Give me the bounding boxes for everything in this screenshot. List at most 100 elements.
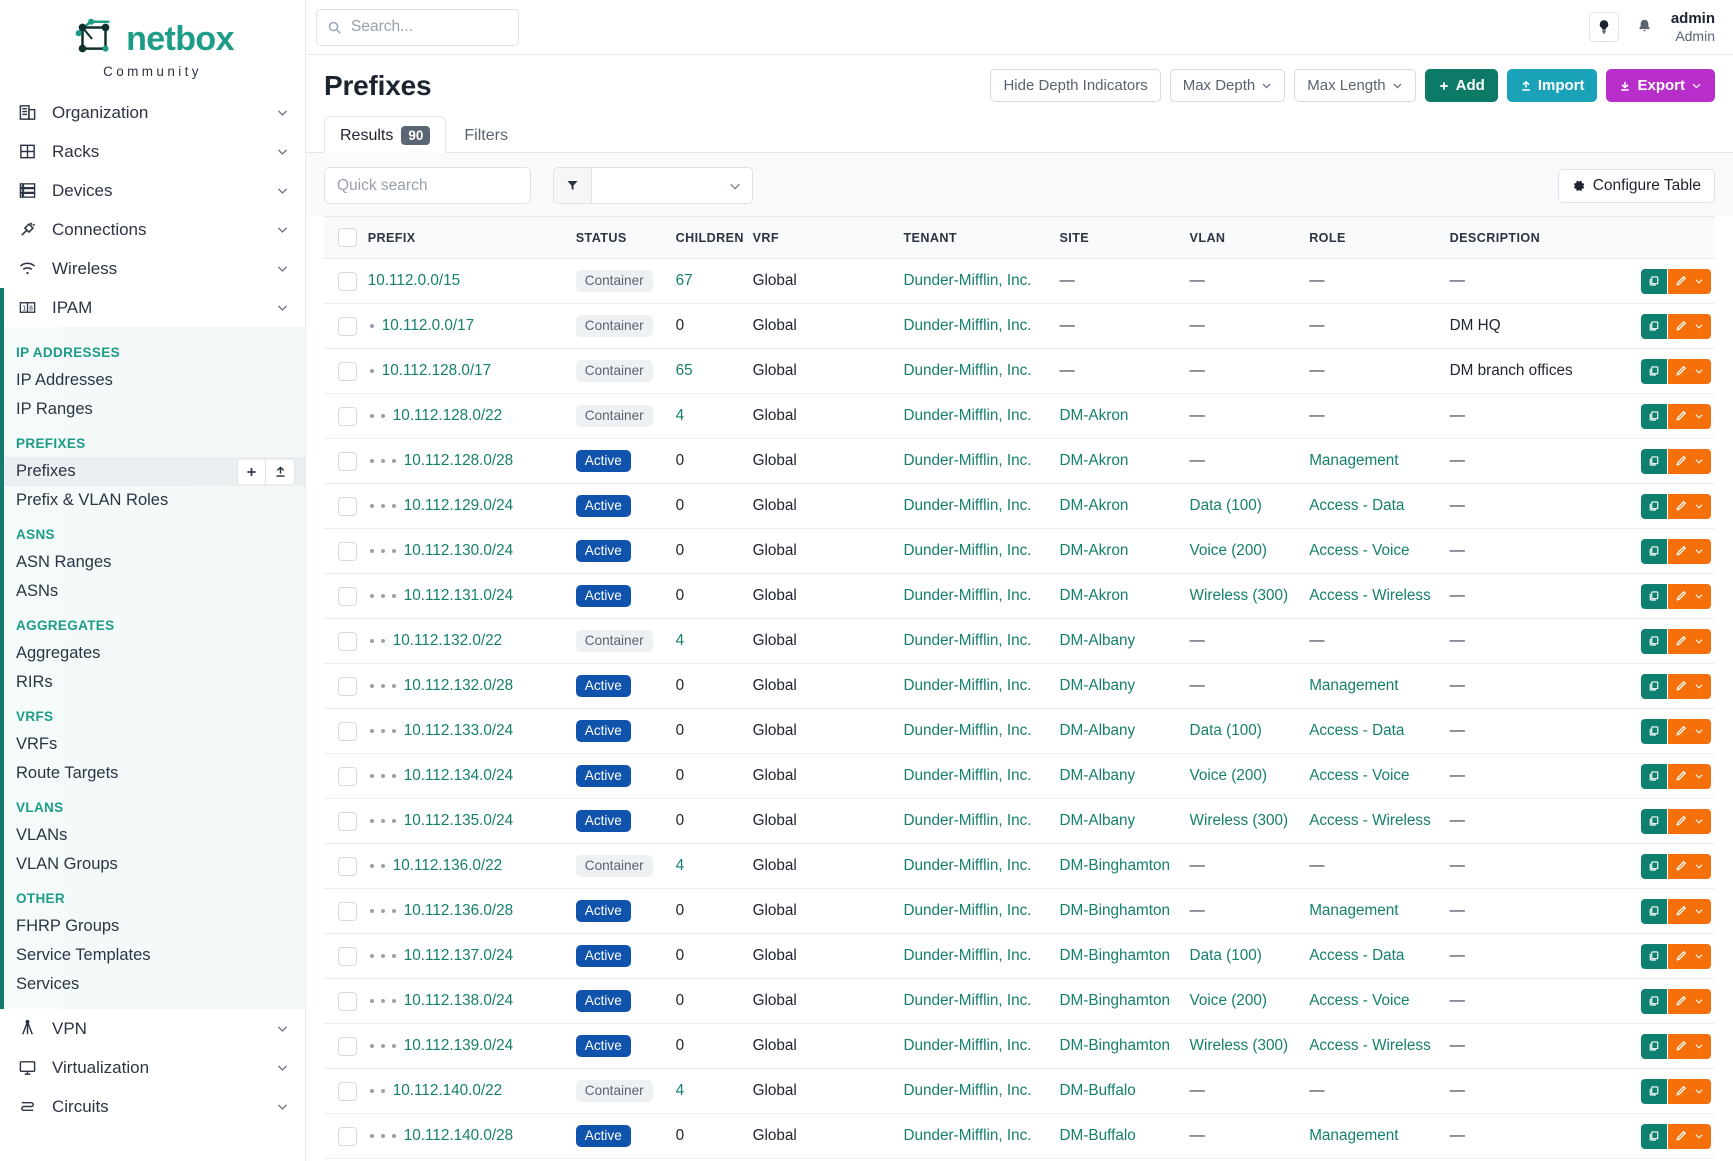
chevron-down-icon[interactable] <box>1694 321 1704 331</box>
site-link[interactable]: DM-Binghamton <box>1060 902 1171 919</box>
edit-action-group[interactable] <box>1668 809 1711 834</box>
role-link[interactable]: Management <box>1309 677 1398 694</box>
edit-action-group[interactable] <box>1668 404 1711 429</box>
site-link[interactable]: DM-Albany <box>1060 722 1136 739</box>
tenant-link[interactable]: Dunder-Mifflin, Inc. <box>903 587 1031 604</box>
site-link[interactable]: DM-Buffalo <box>1060 1082 1136 1099</box>
copy-icon[interactable] <box>1641 449 1668 474</box>
role-link[interactable]: Access - Voice <box>1309 992 1409 1009</box>
edit-action-group[interactable] <box>1668 1034 1711 1059</box>
copy-icon[interactable] <box>1641 584 1668 609</box>
prefix-link[interactable]: 10.112.139.0/24 <box>404 1037 513 1055</box>
chevron-down-icon[interactable] <box>1694 636 1704 646</box>
pencil-icon[interactable] <box>1675 815 1687 827</box>
edit-action-group[interactable] <box>1668 269 1711 294</box>
copy-icon[interactable] <box>1641 854 1668 879</box>
table-row[interactable]: 10.112.128.0/17 Container 65 Global Dund… <box>324 349 1715 394</box>
sidebar-group-connections[interactable]: Connections <box>0 210 305 249</box>
edit-action-group[interactable] <box>1668 1079 1711 1104</box>
pencil-icon[interactable] <box>1675 410 1687 422</box>
search-input[interactable]: Search... <box>351 18 413 36</box>
import-button[interactable]: Import <box>1507 69 1598 102</box>
prefix-link[interactable]: 10.112.133.0/24 <box>404 722 513 740</box>
chevron-down-icon[interactable] <box>1694 411 1704 421</box>
tenant-link[interactable]: Dunder-Mifflin, Inc. <box>903 812 1031 829</box>
copy-icon[interactable] <box>1641 674 1668 699</box>
children-count[interactable]: 4 <box>676 407 685 424</box>
pencil-icon[interactable] <box>1675 1085 1687 1097</box>
copy-icon[interactable] <box>1641 1034 1668 1059</box>
tenant-link[interactable]: Dunder-Mifflin, Inc. <box>903 362 1031 379</box>
edit-action-group[interactable] <box>1668 764 1711 789</box>
edit-action-group[interactable] <box>1668 1124 1711 1149</box>
vlan-link[interactable]: Data (100) <box>1190 722 1262 739</box>
row-checkbox[interactable] <box>338 362 357 381</box>
site-link[interactable]: DM-Albany <box>1060 767 1136 784</box>
tenant-link[interactable]: Dunder-Mifflin, Inc. <box>903 1037 1031 1054</box>
edit-action-group[interactable] <box>1668 314 1711 339</box>
table-row[interactable]: 10.112.136.0/28 Active 0 Global Dunder-M… <box>324 889 1715 934</box>
row-checkbox[interactable] <box>338 1037 357 1056</box>
row-checkbox[interactable] <box>338 587 357 606</box>
row-checkbox[interactable] <box>338 812 357 831</box>
chevron-down-icon[interactable] <box>1694 456 1704 466</box>
children-count[interactable]: 65 <box>676 362 693 379</box>
chevron-down-icon[interactable] <box>1694 681 1704 691</box>
site-link[interactable]: DM-Akron <box>1060 587 1129 604</box>
hide-depth-indicators-button[interactable]: Hide Depth Indicators <box>990 69 1160 102</box>
pencil-icon[interactable] <box>1675 455 1687 467</box>
sidebar-item-aggregates[interactable]: Aggregates <box>4 639 305 668</box>
chevron-down-icon[interactable] <box>1694 1041 1704 1051</box>
chevron-down-icon[interactable] <box>1694 276 1704 286</box>
chevron-down-icon[interactable] <box>1694 501 1704 511</box>
pencil-icon[interactable] <box>1675 635 1687 647</box>
prefix-link[interactable]: 10.112.136.0/22 <box>393 857 502 875</box>
tenant-link[interactable]: Dunder-Mifflin, Inc. <box>903 902 1031 919</box>
sidebar-item-service-templates[interactable]: Service Templates <box>4 941 305 970</box>
site-link[interactable]: DM-Akron <box>1060 407 1129 424</box>
row-checkbox[interactable] <box>338 497 357 516</box>
tenant-link[interactable]: Dunder-Mifflin, Inc. <box>903 1127 1031 1144</box>
table-row[interactable]: 10.112.131.0/24 Active 0 Global Dunder-M… <box>324 574 1715 619</box>
row-checkbox[interactable] <box>338 677 357 696</box>
copy-icon[interactable] <box>1641 359 1668 384</box>
column-header-vlan[interactable]: VLAN <box>1190 217 1310 259</box>
site-link[interactable]: DM-Albany <box>1060 677 1136 694</box>
copy-icon[interactable] <box>1641 494 1668 519</box>
row-checkbox[interactable] <box>338 722 357 741</box>
prefix-link[interactable]: 10.112.134.0/24 <box>404 767 513 785</box>
export-button[interactable]: Export <box>1606 69 1715 102</box>
pencil-icon[interactable] <box>1675 770 1687 782</box>
copy-icon[interactable] <box>1641 269 1668 294</box>
copy-icon[interactable] <box>1641 989 1668 1014</box>
pencil-icon[interactable] <box>1675 275 1687 287</box>
row-checkbox[interactable] <box>338 272 357 291</box>
pencil-icon[interactable] <box>1675 725 1687 737</box>
prefix-link[interactable]: 10.112.136.0/28 <box>404 902 513 920</box>
brand-logo-block[interactable]: netbox Community <box>0 0 305 93</box>
edit-action-group[interactable] <box>1668 539 1711 564</box>
chevron-down-icon[interactable] <box>1694 816 1704 826</box>
tenant-link[interactable]: Dunder-Mifflin, Inc. <box>903 1082 1031 1099</box>
edit-action-group[interactable] <box>1668 899 1711 924</box>
chevron-down-icon[interactable] <box>1694 366 1704 376</box>
sidebar-group-organization[interactable]: Organization <box>0 93 305 132</box>
table-row[interactable]: 10.112.128.0/28 Active 0 Global Dunder-M… <box>324 439 1715 484</box>
quick-search-input[interactable]: Quick search <box>324 167 531 204</box>
site-link[interactable]: DM-Binghamton <box>1060 857 1171 874</box>
sidebar-item-rirs[interactable]: RIRs <box>4 668 305 697</box>
row-checkbox[interactable] <box>338 1082 357 1101</box>
site-link[interactable]: DM-Akron <box>1060 497 1129 514</box>
chevron-down-icon[interactable] <box>1694 591 1704 601</box>
vlan-link[interactable]: Data (100) <box>1190 497 1262 514</box>
copy-icon[interactable] <box>1641 1124 1668 1149</box>
tenant-link[interactable]: Dunder-Mifflin, Inc. <box>903 407 1031 424</box>
edit-action-group[interactable] <box>1668 359 1711 384</box>
pencil-icon[interactable] <box>1675 545 1687 557</box>
pencil-icon[interactable] <box>1675 995 1687 1007</box>
copy-icon[interactable] <box>1641 539 1668 564</box>
table-row[interactable]: 10.112.137.0/24 Active 0 Global Dunder-M… <box>324 934 1715 979</box>
table-row[interactable]: 10.112.129.0/24 Active 0 Global Dunder-M… <box>324 484 1715 529</box>
max-length-dropdown[interactable]: Max Length <box>1294 69 1415 102</box>
role-link[interactable]: Access - Wireless <box>1309 812 1431 829</box>
